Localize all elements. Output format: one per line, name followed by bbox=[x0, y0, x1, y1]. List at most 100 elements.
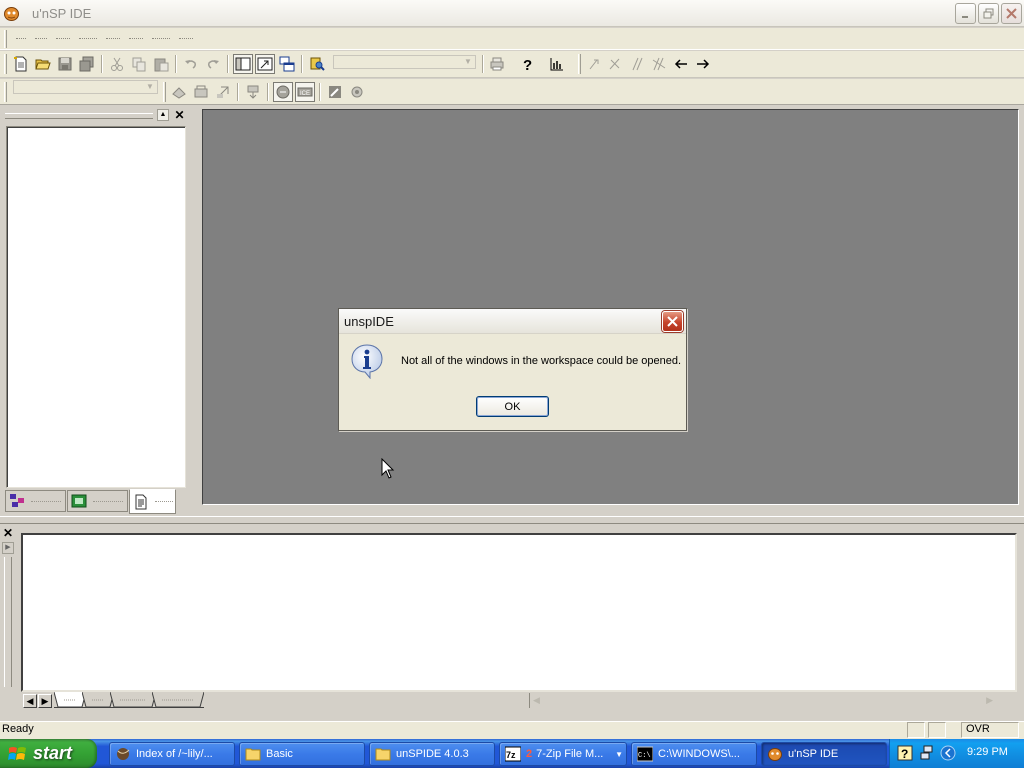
undo-icon[interactable] bbox=[181, 54, 201, 74]
toolbar-grip[interactable] bbox=[163, 82, 166, 102]
minimize-button[interactable] bbox=[955, 3, 976, 24]
toolbar-grip[interactable] bbox=[578, 54, 581, 74]
rebuild-icon[interactable] bbox=[605, 54, 625, 74]
taskbar-item-cmd[interactable]: C:\ C:\WINDOWS\... bbox=[631, 742, 757, 766]
output-toggle-icon[interactable] bbox=[255, 54, 275, 74]
start-button[interactable]: start bbox=[0, 739, 97, 768]
menu-item[interactable] bbox=[179, 38, 193, 40]
debug-toolbar: ▼ ICE bbox=[0, 79, 1024, 105]
dialog-close-button[interactable] bbox=[662, 311, 683, 332]
workspace-panel-expand-button[interactable]: ▲ bbox=[157, 109, 169, 121]
uncomment-icon[interactable] bbox=[649, 54, 669, 74]
compile-icon[interactable] bbox=[585, 54, 605, 74]
overwrite-indicator: OVR bbox=[966, 723, 990, 735]
workspace-panel-close-icon[interactable]: ✕ bbox=[173, 109, 186, 121]
minimize-icon bbox=[962, 16, 968, 18]
status-pane bbox=[907, 722, 925, 738]
help-tray-icon[interactable]: ? bbox=[897, 745, 913, 761]
menu-item[interactable] bbox=[129, 38, 143, 40]
ok-button[interactable]: OK bbox=[476, 396, 549, 417]
new-file-icon[interactable] bbox=[11, 54, 31, 74]
workspace-tab-classview[interactable] bbox=[67, 490, 128, 512]
menu-item[interactable] bbox=[152, 38, 170, 40]
menu-item[interactable] bbox=[79, 38, 97, 40]
window-list-icon[interactable] bbox=[277, 54, 297, 74]
cut-icon[interactable] bbox=[107, 54, 127, 74]
svg-text:?: ? bbox=[901, 747, 908, 761]
comment-icon[interactable] bbox=[627, 54, 647, 74]
menu-item[interactable] bbox=[35, 38, 47, 40]
compile-file-icon[interactable] bbox=[169, 82, 189, 102]
help-icon[interactable]: ? bbox=[517, 54, 537, 74]
find-in-files-icon[interactable] bbox=[307, 54, 327, 74]
ice-mode-icon[interactable] bbox=[273, 82, 293, 102]
menu-item[interactable] bbox=[16, 38, 26, 40]
tab-scroll-right-button[interactable]: ▶ bbox=[38, 694, 52, 708]
splitter-bar[interactable] bbox=[0, 516, 1024, 524]
taskbar-item-label: 7-Zip File M... bbox=[536, 748, 604, 760]
menu-bar bbox=[0, 28, 1024, 50]
status-text: Ready bbox=[2, 723, 34, 735]
taskbar-item-basic[interactable]: Basic bbox=[239, 742, 365, 766]
workspace-tree[interactable] bbox=[6, 126, 186, 488]
network-tray-icon[interactable] bbox=[920, 745, 936, 761]
document-icon bbox=[135, 494, 147, 509]
svg-text:C:\: C:\ bbox=[638, 752, 651, 760]
download-icon[interactable] bbox=[243, 82, 263, 102]
taskbar-item-7zip[interactable]: 7z 2 7-Zip File M... ▼ bbox=[499, 742, 627, 766]
tab-scroll-left-button[interactable]: ◀ bbox=[23, 694, 37, 708]
menu-grip[interactable] bbox=[4, 30, 7, 48]
output-panel-expand-button[interactable]: ▶ bbox=[2, 542, 14, 554]
open-folder-icon[interactable] bbox=[33, 54, 53, 74]
toolbar-grip[interactable] bbox=[4, 54, 7, 74]
browser-icon bbox=[117, 748, 130, 760]
restore-button[interactable] bbox=[978, 3, 999, 24]
clock[interactable]: 9:29 PM bbox=[967, 746, 1008, 758]
workspace-panel-grip-line bbox=[5, 116, 153, 119]
build-target-icon[interactable] bbox=[191, 82, 211, 102]
paste-icon[interactable] bbox=[151, 54, 171, 74]
menu-item[interactable] bbox=[56, 38, 70, 40]
file-view-icon bbox=[10, 494, 24, 507]
output-panel-close-icon[interactable]: ✕ bbox=[2, 527, 14, 539]
redo-icon[interactable] bbox=[203, 54, 223, 74]
close-button[interactable] bbox=[1001, 3, 1022, 24]
command-prompt-icon: C:\ bbox=[637, 746, 653, 762]
output-horizontal-scrollbar[interactable]: ◀ ▶ bbox=[529, 693, 997, 708]
workspace-tab-infoview[interactable] bbox=[129, 489, 176, 514]
settings-icon[interactable] bbox=[347, 82, 367, 102]
app-icon[interactable] bbox=[3, 5, 20, 22]
menu-item[interactable] bbox=[106, 38, 120, 40]
workspace-tab-fileview[interactable] bbox=[5, 490, 66, 512]
close-icon bbox=[1006, 8, 1017, 19]
taskbar-group-count: 2 bbox=[526, 748, 533, 760]
windows-logo-icon bbox=[8, 746, 26, 760]
show-hidden-icons-icon[interactable] bbox=[940, 745, 956, 761]
copy-icon[interactable] bbox=[129, 54, 149, 74]
workspace-toggle-icon[interactable] bbox=[233, 54, 253, 74]
build-icon[interactable] bbox=[547, 54, 567, 74]
configuration-combo[interactable]: ▼ bbox=[13, 80, 158, 94]
arrow-right-icon[interactable] bbox=[693, 54, 713, 74]
simulator-icon[interactable]: ICE bbox=[295, 82, 315, 102]
output-panel-grip[interactable] bbox=[4, 557, 12, 687]
edit-icon[interactable] bbox=[325, 82, 345, 102]
output-tab-find-in-files-1[interactable] bbox=[110, 692, 156, 708]
taskbar-item-unspide-folder[interactable]: unSPIDE 4.0.3 bbox=[369, 742, 495, 766]
title-bar[interactable] bbox=[0, 0, 1024, 27]
arrow-left-icon[interactable] bbox=[671, 54, 691, 74]
toolbar-grip[interactable] bbox=[4, 82, 7, 102]
print-icon[interactable] bbox=[487, 54, 507, 74]
taskbar-item-unsp-ide[interactable]: u'nSP IDE bbox=[761, 742, 887, 766]
save-all-icon[interactable] bbox=[77, 54, 97, 74]
mouse-cursor-icon bbox=[381, 458, 395, 479]
taskbar-item-browser[interactable]: Index of /~lily/... bbox=[109, 742, 235, 766]
output-tab-find-in-files-2[interactable] bbox=[152, 692, 204, 708]
mdi-client-area[interactable] bbox=[202, 109, 1019, 505]
standard-toolbar: ▼ ? bbox=[0, 51, 1024, 78]
output-window[interactable] bbox=[21, 533, 1017, 692]
stop-build-icon[interactable] bbox=[213, 82, 233, 102]
taskbar-item-label: Basic bbox=[266, 748, 293, 760]
save-icon[interactable] bbox=[55, 54, 75, 74]
find-combo[interactable]: ▼ bbox=[333, 55, 476, 69]
